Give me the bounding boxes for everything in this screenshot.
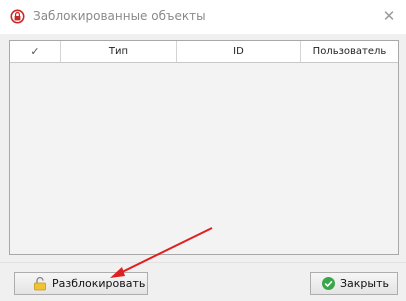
close-button-label: Закрыть [340, 277, 389, 290]
window-title: Заблокированные объекты [33, 9, 206, 23]
locked-objects-dialog: Заблокированные объекты ✕ ✓ Тип ID Польз… [0, 0, 406, 301]
open-padlock-icon [34, 276, 46, 291]
column-header-type[interactable]: Тип [61, 41, 177, 62]
column-header-check[interactable]: ✓ [10, 41, 61, 62]
unlock-button-label: Разблокировать [52, 277, 146, 290]
title-bar: Заблокированные объекты ✕ [0, 0, 406, 34]
unlock-button[interactable]: Разблокировать [14, 272, 148, 295]
check-circle-icon [322, 277, 335, 290]
footer-divider [0, 262, 406, 263]
app-icon [10, 9, 25, 24]
window-close-button[interactable]: ✕ [378, 5, 400, 27]
locked-objects-table[interactable]: ✓ Тип ID Пользователь [9, 40, 399, 255]
column-header-id[interactable]: ID [177, 41, 301, 62]
close-button[interactable]: Закрыть [310, 272, 398, 295]
column-header-user[interactable]: Пользователь [301, 41, 398, 62]
table-header: ✓ Тип ID Пользователь [10, 41, 398, 63]
